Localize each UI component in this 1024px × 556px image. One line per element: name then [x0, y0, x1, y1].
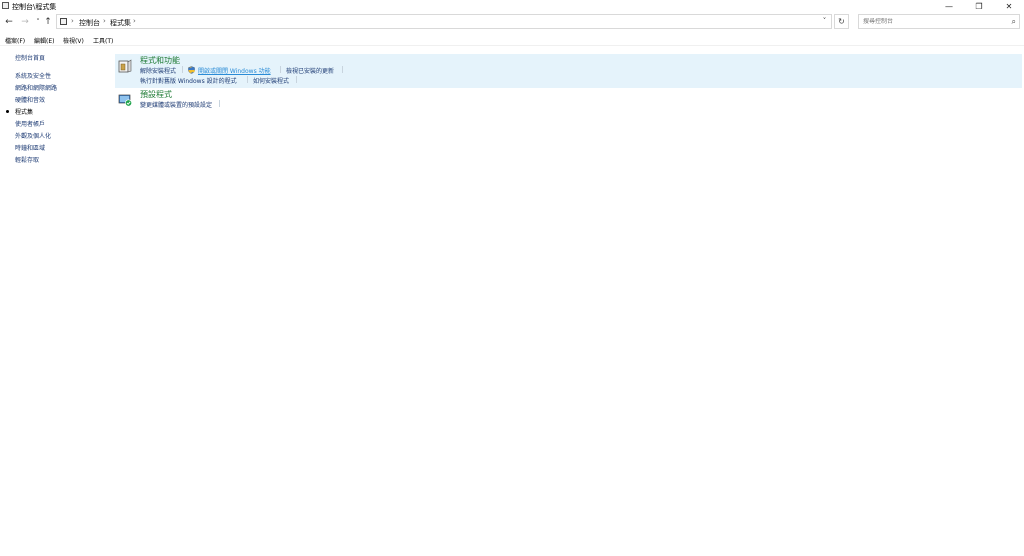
back-arrow-icon: ← — [5, 17, 13, 27]
control-panel-icon — [60, 18, 67, 25]
menu-divider — [0, 45, 1024, 46]
refresh-button[interactable]: ↻ — [834, 14, 849, 29]
sidebar-item-user-accounts[interactable]: 使用者帳戶 — [15, 119, 45, 128]
title-bar: 控制台\程式集 — ❐ ✕ — [0, 0, 1024, 12]
default-programs-icon — [118, 94, 132, 107]
search-input[interactable] — [863, 18, 1003, 25]
sidebar-item-appearance[interactable]: 外觀及個人化 — [15, 131, 51, 140]
how-to-install-program-link[interactable]: 如何安裝程式 — [253, 76, 289, 85]
link-separator — [296, 76, 297, 83]
restore-button[interactable]: ❐ — [964, 0, 994, 12]
close-button[interactable]: ✕ — [994, 0, 1024, 12]
uninstall-program-link[interactable]: 解除安裝程式 — [140, 66, 176, 75]
refresh-icon: ↻ — [838, 17, 845, 26]
menu-edit[interactable]: 編輯(E) — [34, 36, 54, 45]
current-item-bullet-icon — [6, 110, 9, 113]
forward-arrow-icon: → — [21, 17, 29, 27]
recent-locations-button[interactable]: ˅ — [33, 16, 43, 28]
restore-icon: ❐ — [975, 1, 983, 11]
search-icon[interactable]: ⌕ — [1012, 17, 1016, 27]
chevron-down-icon: ˅ — [822, 17, 827, 25]
sidebar-control-panel-home[interactable]: 控制台首頁 — [15, 53, 45, 62]
sidebar-item-system-security[interactable]: 系統及安全性 — [15, 71, 51, 80]
link-separator — [182, 66, 183, 73]
close-icon: ✕ — [1005, 1, 1013, 11]
breadcrumb-separator-icon[interactable]: › — [133, 17, 136, 25]
link-separator — [219, 100, 220, 107]
sidebar-item-programs: 程式集 — [15, 109, 34, 116]
link-separator — [280, 66, 281, 73]
window-title: 控制台\程式集 — [12, 3, 57, 11]
compatibility-program-link[interactable]: 執行針對舊版 Windows 設計的程式 — [140, 76, 237, 85]
breadcrumb-programs[interactable]: 程式集 — [110, 18, 131, 28]
breadcrumb-separator-icon[interactable]: › — [71, 17, 74, 25]
minimize-icon: — — [945, 1, 953, 11]
breadcrumb-control-panel[interactable]: 控制台 — [79, 18, 100, 28]
back-button[interactable]: ← — [4, 16, 14, 28]
programs-and-features-icon — [118, 59, 132, 73]
sidebar-item-hardware-sound[interactable]: 硬體和音效 — [15, 95, 45, 104]
up-arrow-icon: ↑ — [44, 17, 52, 27]
category-title-default-programs[interactable]: 預設程式 — [140, 89, 172, 100]
minimize-button[interactable]: — — [934, 0, 964, 12]
sidebar-item-clock-region[interactable]: 時鐘和區域 — [15, 143, 45, 152]
change-media-defaults-link[interactable]: 變更媒體或裝置的預設設定 — [140, 100, 212, 109]
menu-file[interactable]: 檔案(F) — [5, 36, 25, 45]
menu-view[interactable]: 檢視(V) — [63, 36, 84, 45]
windows-features-link[interactable]: 開啟或關閉 Windows 功能 — [198, 66, 271, 75]
chevron-down-icon: ˅ — [36, 18, 40, 26]
address-bar[interactable]: › 控制台 › 程式集 › ˅ — [56, 14, 832, 29]
search-box[interactable]: ⌕ — [858, 14, 1020, 29]
menu-tools[interactable]: 工具(T) — [93, 36, 113, 45]
navigation-bar: ← → ˅ ↑ › 控制台 › 程式集 › ˅ ↻ ⌕ — [0, 13, 1024, 32]
link-separator — [247, 76, 248, 83]
up-button[interactable]: ↑ — [43, 16, 53, 28]
link-separator — [342, 66, 343, 73]
control-panel-icon — [2, 2, 9, 9]
sidebar-item-network-internet[interactable]: 網路和網際網路 — [15, 83, 57, 92]
uac-shield-icon — [188, 66, 195, 74]
sidebar-item-ease-of-access[interactable]: 輕鬆存取 — [15, 155, 39, 164]
view-installed-updates-link[interactable]: 檢視已安裝的更新 — [286, 66, 334, 75]
menu-bar: 檔案(F) 編輯(E) 檢視(V) 工具(T) — [0, 34, 1024, 45]
breadcrumb-separator-icon[interactable]: › — [103, 17, 106, 25]
address-dropdown-button[interactable]: ˅ — [820, 17, 829, 26]
forward-button[interactable]: → — [20, 16, 30, 28]
category-title-programs-features[interactable]: 程式和功能 — [140, 55, 180, 66]
